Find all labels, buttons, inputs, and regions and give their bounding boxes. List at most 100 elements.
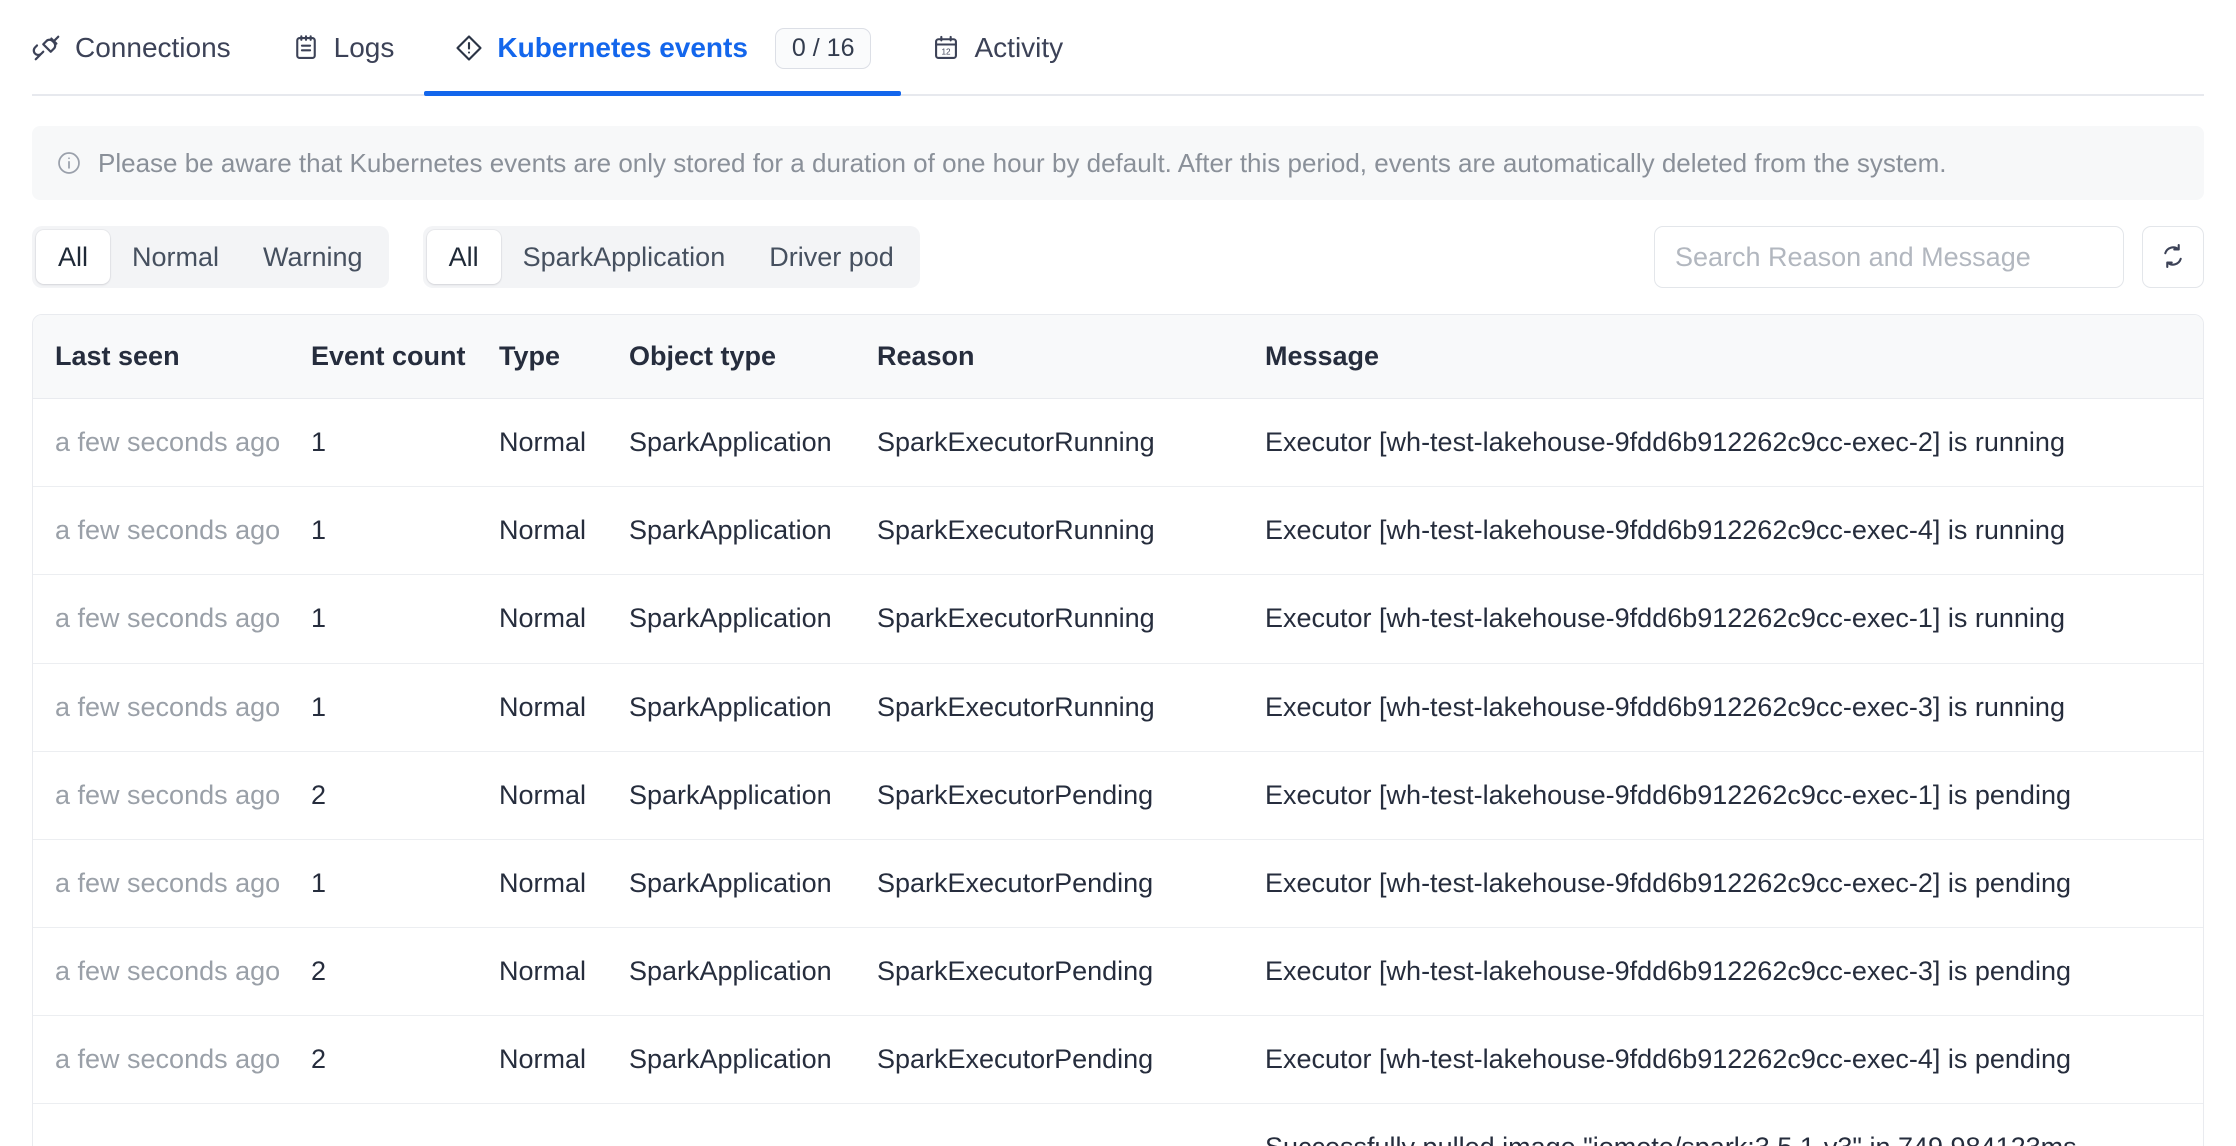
refresh-icon: [2159, 242, 2187, 273]
cell-object-type: SparkApplication: [629, 398, 877, 488]
filter-toolbar: All Normal Warning All SparkApplication …: [32, 226, 2204, 288]
tab-connections-label: Connections: [75, 32, 231, 63]
cell-type: Normal: [499, 398, 629, 488]
cell-type: Normal: [499, 486, 629, 576]
cell-event-count: 1: [311, 839, 499, 928]
cell-type: Normal: [499, 751, 629, 840]
cell-last-seen: a few seconds ago: [33, 1104, 311, 1146]
cell-event-count: 1: [311, 663, 499, 752]
table-row[interactable]: a few seconds ago1NormalDriver podPulled…: [33, 1104, 2203, 1146]
cell-reason: SparkExecutorPending: [877, 751, 1265, 840]
cell-object-type: SparkApplication: [629, 839, 877, 928]
object-filter-driver-pod[interactable]: Driver pod: [747, 230, 916, 284]
column-header-object-type: Object type: [629, 315, 877, 400]
cell-object-type: SparkApplication: [629, 486, 877, 576]
cell-object-type: SparkApplication: [629, 751, 877, 840]
table-row[interactable]: a few seconds ago 2 Normal SparkApplication…: [33, 927, 2203, 1017]
table-header-row: Last seen Event count Type Object type R…: [33, 315, 2203, 400]
cell-type: Normal: [499, 663, 629, 752]
cell-type: Normal: [499, 1104, 629, 1146]
tab-kubernetes-events-label: Kubernetes events: [497, 32, 748, 63]
cell-object-type: SparkApplication: [629, 574, 877, 664]
cell-last-seen: a few seconds ago: [33, 1015, 311, 1105]
tab-kubernetes-events[interactable]: Kubernetes events 0 / 16: [424, 0, 902, 96]
cell-type: Normal: [499, 839, 629, 928]
diamond-alert-icon: [454, 33, 484, 63]
table-row[interactable]: a few seconds ago 1 Normal SparkApplication…: [33, 839, 2203, 928]
cell-type: Normal: [499, 927, 629, 1017]
tab-connections[interactable]: Connections: [32, 0, 261, 96]
cell-last-seen: a few seconds ago: [33, 839, 311, 928]
table-row[interactable]: a few seconds ago 1 Normal SparkApplication…: [33, 398, 2203, 488]
cell-reason: Pulled: [877, 1104, 1265, 1146]
cell-last-seen: a few seconds ago: [33, 927, 311, 1017]
notepad-icon: [291, 33, 321, 63]
cell-event-count: 1: [311, 574, 499, 664]
calendar-icon: 12: [931, 33, 961, 63]
cell-reason: SparkExecutorRunning: [877, 574, 1265, 664]
tab-logs-label: Logs: [333, 32, 395, 63]
cell-event-count: 1: [311, 1104, 499, 1146]
table-row[interactable]: a few seconds ago 2 Normal SparkApplication…: [33, 751, 2203, 840]
cell-object-type: Driver pod: [629, 1104, 877, 1146]
filter-toolbar-right: [1654, 226, 2204, 288]
refresh-button[interactable]: [2142, 226, 2204, 288]
tab-activity-label: Activity: [974, 32, 1064, 63]
cell-last-seen: a few seconds ago: [33, 663, 311, 752]
table-body: a few seconds ago 1 Normal SparkApplication…: [33, 398, 2203, 1146]
object-filter-sparkapplication[interactable]: SparkApplication: [501, 230, 748, 284]
table-row[interactable]: a few seconds ago 1 Normal SparkApplication…: [33, 486, 2203, 576]
cell-event-count: 2: [311, 751, 499, 840]
cell-object-type: SparkApplication: [629, 927, 877, 1017]
kubernetes-events-count-badge: 0 / 16: [774, 27, 872, 69]
cell-object-type: SparkApplication: [629, 663, 877, 752]
cell-last-seen: a few seconds ago: [33, 751, 311, 840]
cell-message: Executor [wh-test-lakehouse-9fdd6b912262…: [1265, 663, 2203, 752]
column-header-message: Message: [1265, 315, 2203, 400]
cell-reason: SparkExecutorRunning: [877, 663, 1265, 752]
tab-logs[interactable]: Logs: [261, 0, 425, 96]
info-icon: [56, 150, 82, 176]
plug-icon: [32, 33, 62, 63]
cell-event-count: 2: [311, 927, 499, 1017]
cell-message: Executor [wh-test-lakehouse-9fdd6b912262…: [1265, 839, 2203, 928]
cell-type: Normal: [499, 574, 629, 664]
tab-activity[interactable]: 12 Activity: [901, 0, 1093, 96]
search-input[interactable]: [1654, 226, 2124, 288]
kubernetes-events-table: Last seen Event count Type Object type R…: [32, 314, 2204, 1146]
cell-last-seen: a few seconds ago: [33, 574, 311, 664]
column-header-reason: Reason: [877, 315, 1265, 400]
cell-message: Executor [wh-test-lakehouse-9fdd6b912262…: [1265, 398, 2203, 488]
object-filter-all[interactable]: All: [426, 230, 501, 284]
type-filter-warning[interactable]: Warning: [241, 230, 385, 284]
svg-text:12: 12: [942, 48, 952, 57]
type-filter-all[interactable]: All: [36, 230, 111, 284]
cell-event-count: 1: [311, 486, 499, 576]
cell-object-type: SparkApplication: [629, 1015, 877, 1105]
info-banner-text: Please be aware that Kubernetes events a…: [98, 147, 1947, 178]
table-row[interactable]: a few seconds ago 2 Normal SparkApplication…: [33, 1015, 2203, 1105]
cell-reason: SparkExecutorRunning: [877, 398, 1265, 488]
cell-reason: SparkExecutorPending: [877, 1015, 1265, 1105]
cell-message: Executor [wh-test-lakehouse-9fdd6b912262…: [1265, 927, 2203, 1017]
cell-type: Normal: [499, 1015, 629, 1105]
type-filter-normal[interactable]: Normal: [110, 230, 241, 284]
cell-last-seen: a few seconds ago: [33, 486, 311, 576]
cell-reason: SparkExecutorRunning: [877, 486, 1265, 576]
tab-bar: Connections Logs Kubernetes events 0 / 1…: [0, 0, 2236, 96]
column-header-last-seen: Last seen: [33, 315, 311, 400]
info-banner: Please be aware that Kubernetes events a…: [32, 126, 2204, 200]
column-header-event-count: Event count: [311, 315, 499, 400]
cell-message: Executor [wh-test-lakehouse-9fdd6b912262…: [1265, 574, 2203, 664]
cell-message: Successfully pulled image "iomete/spark:…: [1265, 1104, 2203, 1146]
cell-message: Executor [wh-test-lakehouse-9fdd6b912262…: [1265, 486, 2203, 576]
cell-last-seen: a few seconds ago: [33, 398, 311, 488]
column-header-type: Type: [499, 315, 629, 400]
cell-message: Executor [wh-test-lakehouse-9fdd6b912262…: [1265, 1015, 2203, 1105]
table-row[interactable]: a few seconds ago 1 Normal SparkApplication…: [33, 663, 2203, 752]
object-type-filter-group: All SparkApplication Driver pod: [422, 226, 920, 288]
table-row[interactable]: a few seconds ago 1 Normal SparkApplication…: [33, 574, 2203, 664]
cell-message: Executor [wh-test-lakehouse-9fdd6b912262…: [1265, 751, 2203, 840]
cell-reason: SparkExecutorPending: [877, 927, 1265, 1017]
type-filter-group: All Normal Warning: [32, 226, 389, 288]
